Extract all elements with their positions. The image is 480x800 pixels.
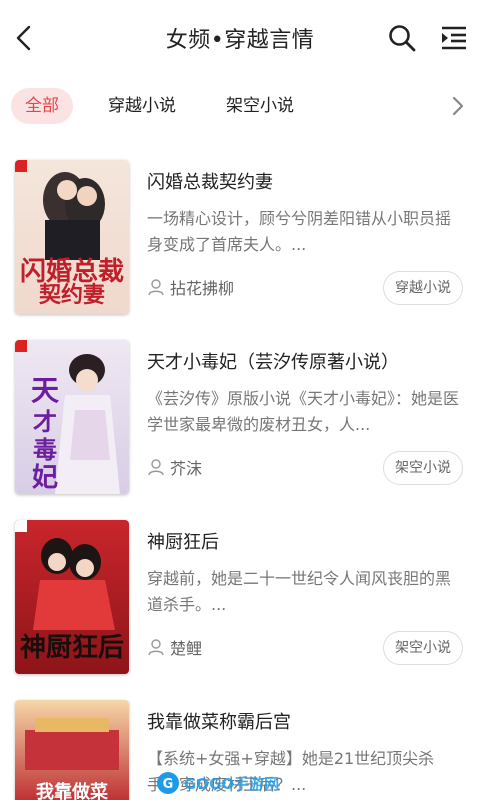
book-description: 穿越前，她是二十一世纪令人闻风丧胆的黑道杀手。... [147,569,452,614]
cover-title-text: 神厨狂后 [20,633,124,663]
header-bar: 女频•穿越言情 [0,0,480,78]
book-author: 楚鲤 [170,639,203,658]
book-list-item[interactable]: 天 才 毒 妃 天才小毒妃（芸汐传原著小说） 《芸汐传》原版小说《天才小毒妃》：… [0,340,480,500]
cover-title-text: 我靠做菜 [36,781,108,800]
cover-title-text: 才 [33,407,57,436]
tab-all[interactable]: 全部 [11,88,73,124]
book-title[interactable]: 闪婚总裁契约妻 [147,168,273,194]
book-tag-button[interactable]: 架空小说 [383,451,463,485]
author-icon [148,639,164,656]
cover-title-text: 毒 [33,435,57,464]
cover-title-text: 天 [31,374,59,407]
book-author: 拈花拂柳 [170,279,235,298]
watermark: G GOGO手游网 [156,770,306,796]
book-description: 《芸汐传》原版小说《天才小毒妃》：她是医学世家最卑微的废材丑女，人... [147,389,459,434]
book-list-item[interactable]: 闪婚总裁 契约妻 闪婚总裁契约妻 一场精心设计，顾兮兮阴差阳错从小职员摇身变成了… [0,160,480,320]
watermark-text: GOGO手游网 [184,775,279,793]
author-icon [148,459,164,476]
menu-button[interactable] [436,20,472,56]
cover-subtitle-text: 契约妻 [38,282,105,308]
menu-list-icon [442,26,466,50]
book-description: 一场精心设计，顾兮兮阴差阳错从小职员摇身变成了首席夫人。... [147,209,452,254]
book-tag-button[interactable]: 架空小说 [383,631,463,665]
book-cover[interactable]: 我靠做菜 [15,700,129,800]
chevron-right-icon [452,96,464,116]
book-cover[interactable]: 天 才 毒 妃 [15,340,129,494]
author-icon [148,279,164,296]
tab-time-travel[interactable]: 穿越小说 [108,88,176,124]
search-icon [389,25,416,52]
category-tabs: 全部 穿越小说 架空小说 [0,88,480,126]
book-tag-button[interactable]: 穿越小说 [383,271,463,305]
book-list-item[interactable]: 神厨狂后 神厨狂后 穿越前，她是二十一世纪令人闻风丧胆的黑道杀手。... 楚鲤 … [0,520,480,680]
book-author: 芥沫 [170,459,203,478]
svg-text:G: G [163,777,174,792]
tab-fictional-history[interactable]: 架空小说 [226,88,294,124]
tabs-more-button[interactable] [446,94,470,118]
book-title[interactable]: 我靠做菜称霸后宫 [147,708,291,734]
book-title[interactable]: 天才小毒妃（芸汐传原著小说） [147,348,399,374]
search-button[interactable] [384,20,420,56]
book-cover[interactable]: 闪婚总裁 契约妻 [15,160,129,314]
book-cover[interactable]: 神厨狂后 [15,520,129,674]
book-title[interactable]: 神厨狂后 [147,528,219,554]
cover-title-text: 妃 [32,462,58,493]
